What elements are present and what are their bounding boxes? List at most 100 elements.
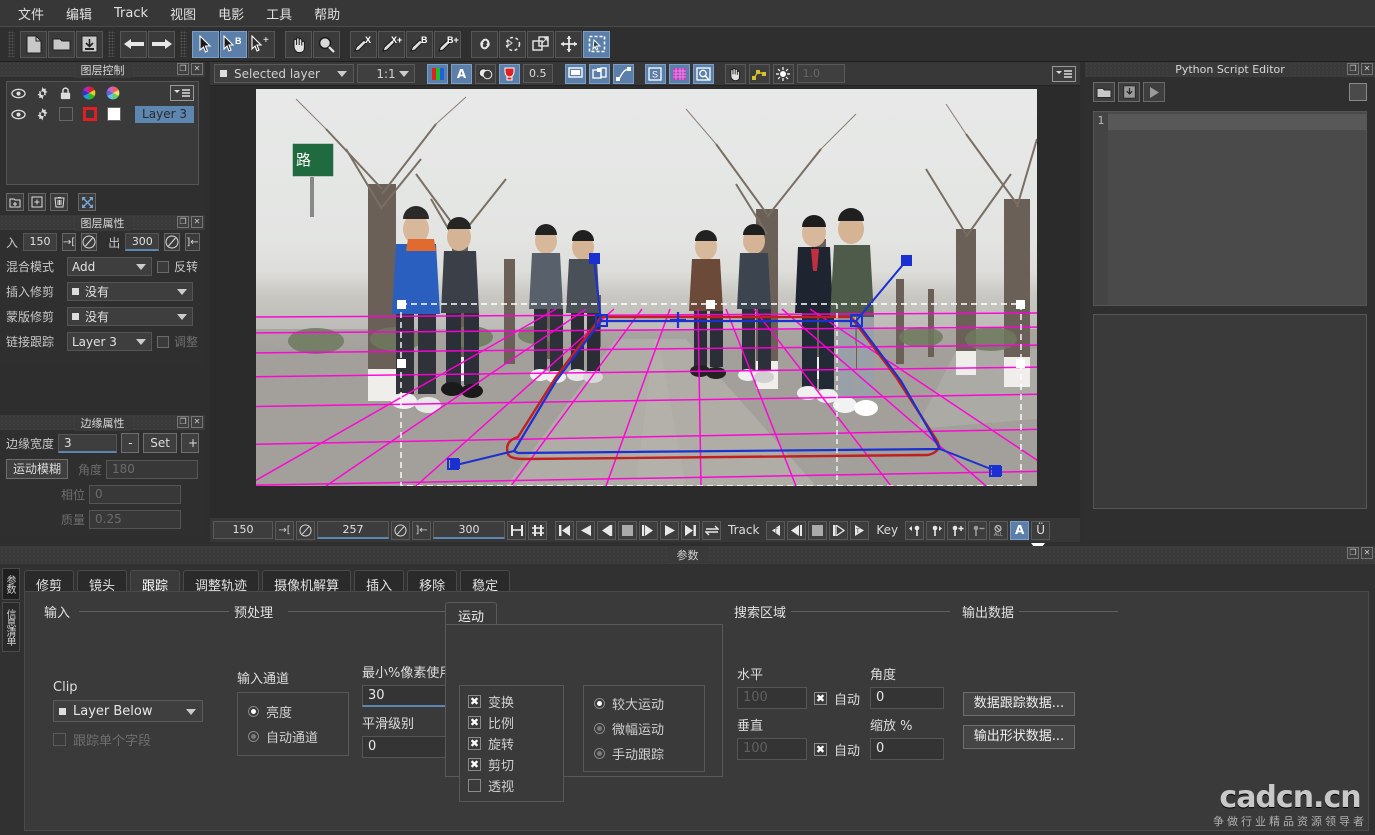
export-shape-data-button[interactable]: 输出形状数据... xyxy=(963,725,1075,749)
float-icon[interactable]: ❐ xyxy=(1347,63,1359,75)
checkbox-shear[interactable]: ✖ 剪切 xyxy=(468,755,555,774)
menu-item-movie[interactable]: 电影 xyxy=(208,1,254,26)
menu-item-tools[interactable]: 工具 xyxy=(256,1,302,26)
start-clock-icon[interactable] xyxy=(296,520,315,540)
adjust-checkbox[interactable] xyxy=(157,335,169,348)
close-icon[interactable]: ✕ xyxy=(1361,547,1373,559)
quality-input[interactable]: 0.25 xyxy=(89,510,182,529)
angle-input[interactable]: 180 xyxy=(106,459,199,479)
pan-hand-icon[interactable] xyxy=(285,30,312,58)
color-wheel-2-icon[interactable] xyxy=(106,86,120,100)
transform-box-icon[interactable] xyxy=(527,30,554,58)
edge-width-input[interactable]: 3 xyxy=(58,433,118,453)
add-layer-icon[interactable] xyxy=(6,193,24,211)
alpha-channel-icon[interactable]: A xyxy=(451,63,472,84)
rotate-shape-icon[interactable] xyxy=(499,30,526,58)
spline-icon[interactable] xyxy=(612,63,634,84)
script-status-indicator[interactable] xyxy=(1349,83,1367,101)
float-icon[interactable]: ❐ xyxy=(1347,547,1359,559)
min-pixel-input[interactable]: 30 xyxy=(362,685,447,707)
play-backward-icon[interactable] xyxy=(576,520,595,540)
float-icon[interactable]: ❐ xyxy=(177,216,189,228)
viewer-zoom-select[interactable]: 1:1 xyxy=(357,64,415,83)
mask-matte-select[interactable]: 没有 xyxy=(67,307,193,326)
brightness-icon[interactable] xyxy=(772,63,794,84)
script-code-editor[interactable]: 1 xyxy=(1093,111,1367,306)
move-cross-icon[interactable] xyxy=(555,30,582,58)
viewer-canvas[interactable]: 路 xyxy=(210,86,1080,486)
radio-manual-track[interactable]: 手动跟踪 xyxy=(594,744,694,763)
marquee-select-icon[interactable] xyxy=(583,30,610,58)
gear-icon[interactable] xyxy=(36,86,49,100)
vertical-input[interactable]: 100 xyxy=(737,738,807,760)
close-icon[interactable]: ✕ xyxy=(191,416,203,428)
key-u-icon[interactable]: Ü xyxy=(1031,520,1051,540)
end-clock-icon[interactable] xyxy=(391,520,410,540)
radio-large-motion[interactable]: 较大运动 xyxy=(594,694,694,713)
checkbox-rotation[interactable]: ✖ 旋转 xyxy=(468,734,555,753)
grid-icon[interactable] xyxy=(668,63,690,84)
search-scale-input[interactable]: 0 xyxy=(870,738,944,760)
checkbox-scale[interactable]: ✖ 比例 xyxy=(468,713,555,732)
link-icon[interactable] xyxy=(471,30,498,58)
menu-item-view[interactable]: 视图 xyxy=(160,1,206,26)
layer-fill-swatch[interactable] xyxy=(107,107,121,121)
arrow-left-icon[interactable] xyxy=(120,30,147,58)
track-back-one-icon[interactable] xyxy=(787,520,807,540)
stabilize-icon[interactable]: S xyxy=(644,63,666,84)
radio-auto-channel[interactable]: 自动通道 xyxy=(248,727,338,746)
clip-select[interactable]: Layer Below xyxy=(53,700,203,722)
pen-x-icon[interactable]: X xyxy=(350,30,377,58)
layer-color-swatch[interactable] xyxy=(83,107,97,121)
insert-matte-select[interactable]: 没有 xyxy=(67,282,193,301)
track-back-all-icon[interactable]: T xyxy=(766,520,786,540)
play-forward-icon[interactable] xyxy=(660,520,679,540)
out-clock-icon[interactable] xyxy=(164,233,181,251)
vertical-tab-info-list[interactable]: 信息清单 xyxy=(2,602,20,652)
arrow-right-icon[interactable] xyxy=(148,30,175,58)
save-icon[interactable] xyxy=(76,30,103,58)
save-script-icon[interactable] xyxy=(1118,82,1140,102)
viewer-menu-icon[interactable] xyxy=(1052,65,1076,82)
edge-width-minus-button[interactable]: - xyxy=(121,433,140,453)
center-range-icon[interactable] xyxy=(528,520,547,540)
end-frame-input[interactable]: 300 xyxy=(433,521,505,539)
horizontal-input[interactable]: 100 xyxy=(737,687,807,709)
in-frame-input[interactable]: 150 xyxy=(23,233,58,251)
close-icon[interactable]: ✕ xyxy=(1361,63,1373,75)
key-add-icon[interactable] xyxy=(947,520,967,540)
menu-item-file[interactable]: 文件 xyxy=(8,1,54,26)
eye-icon[interactable] xyxy=(11,88,26,99)
auto-key-icon[interactable]: A xyxy=(1010,520,1030,540)
menu-list-icon[interactable] xyxy=(170,85,194,101)
float-icon[interactable]: ❐ xyxy=(177,416,189,428)
motion-blur-button[interactable]: 运动模糊 xyxy=(6,459,69,479)
checkbox-perspective[interactable]: 透视 xyxy=(468,776,555,795)
loop-icon[interactable] xyxy=(702,520,721,540)
set-in-icon[interactable]: →[ xyxy=(62,233,77,251)
edge-width-set-button[interactable]: Set xyxy=(143,433,177,453)
fit-range-icon[interactable] xyxy=(507,520,526,540)
in-clock-icon[interactable] xyxy=(81,233,98,251)
go-to-start-icon[interactable] xyxy=(555,520,574,540)
multi-view-icon[interactable] xyxy=(588,63,610,84)
smooth-level-input[interactable]: 0 xyxy=(362,736,447,758)
overlay-icon[interactable] xyxy=(475,63,496,84)
layer-name[interactable]: Layer 3 xyxy=(135,105,194,123)
code-line[interactable] xyxy=(1108,114,1366,130)
viewer-gain-input[interactable]: 1.0 xyxy=(796,64,845,83)
out-frame-input[interactable]: 300 xyxy=(125,233,160,251)
zoom-region-icon[interactable] xyxy=(692,63,714,84)
menu-item-edit[interactable]: 编辑 xyxy=(56,1,102,26)
track-forward-one-icon[interactable] xyxy=(829,520,849,540)
key-prev-icon[interactable] xyxy=(905,520,925,540)
close-icon[interactable]: ✕ xyxy=(191,63,203,75)
new-document-icon[interactable] xyxy=(20,30,47,58)
color-wheel-icon[interactable] xyxy=(82,86,96,100)
current-frame-input[interactable]: 257 xyxy=(317,521,389,539)
step-forward-icon[interactable] xyxy=(639,520,658,540)
key-remove-icon[interactable] xyxy=(968,520,988,540)
layer-lock-checkbox[interactable] xyxy=(59,107,73,121)
invert-checkbox[interactable] xyxy=(157,260,169,273)
toolbar-grip-3[interactable] xyxy=(180,31,187,57)
